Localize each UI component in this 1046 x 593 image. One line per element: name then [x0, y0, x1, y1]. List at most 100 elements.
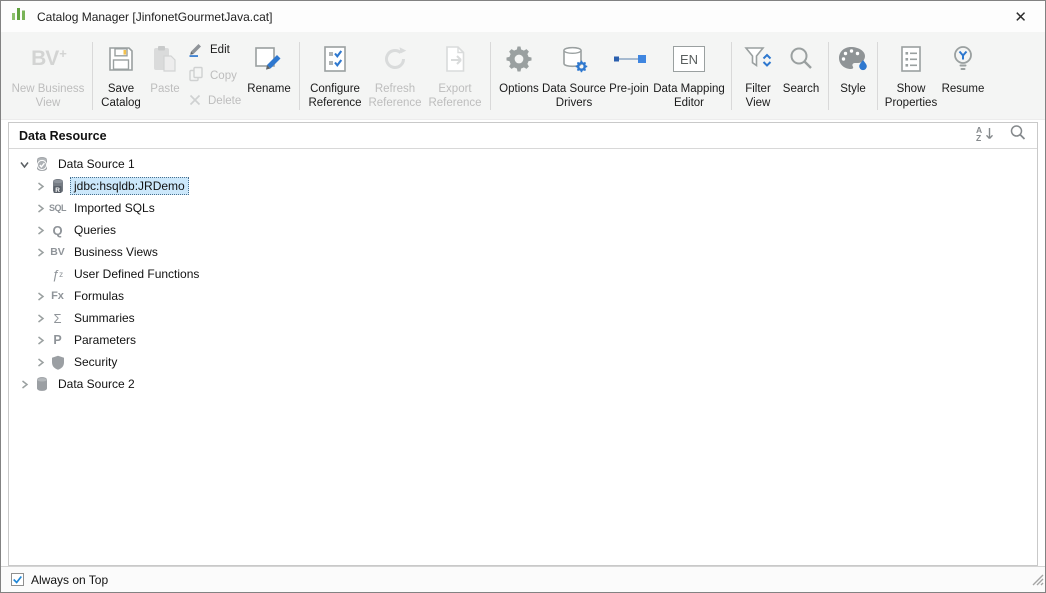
tree-item-business-views[interactable]: BV Business Views — [9, 241, 1037, 263]
gear-icon — [504, 35, 534, 83]
data-source-check-icon — [32, 156, 51, 172]
tree-item-label: Data Source 1 — [54, 155, 139, 173]
paste-icon — [150, 35, 180, 83]
chevron-right-icon[interactable] — [18, 380, 30, 389]
search-button[interactable]: Search — [779, 35, 823, 117]
status-bar: Always on Top — [1, 566, 1045, 592]
tree-item-summaries[interactable]: Σ Summaries — [9, 307, 1037, 329]
business-view-icon: BV — [48, 246, 67, 258]
tree-item-label: Data Source 2 — [54, 375, 139, 393]
search-icon — [786, 35, 816, 83]
chevron-right-icon[interactable] — [34, 336, 46, 345]
new-business-view-icon: BV+ — [31, 35, 65, 83]
chevron-right-icon[interactable] — [34, 182, 46, 191]
tree-item-imported-sqls[interactable]: SQL Imported SQLs — [9, 197, 1037, 219]
delete-x-icon — [188, 93, 202, 110]
tree-item-jdbc-connection[interactable]: R jdbc:hsqldb:JRDemo — [9, 175, 1037, 197]
jdbc-connection-icon: R — [48, 178, 67, 194]
tree-item-label: Summaries — [70, 309, 139, 327]
catalog-manager-window: Catalog Manager [JinfonetGourmetJava.cat… — [0, 0, 1046, 593]
rename-button[interactable]: Rename — [244, 35, 294, 117]
tree-item-security[interactable]: Security — [9, 351, 1037, 373]
export-reference-button: Export Reference — [425, 35, 485, 117]
tree-item-label-selected: jdbc:hsqldb:JRDemo — [70, 177, 189, 195]
properties-list-icon — [898, 35, 924, 83]
tree-item-label: User Defined Functions — [70, 265, 203, 283]
tree-item-data-source-1[interactable]: Data Source 1 — [9, 153, 1037, 175]
edit-pencil-icon — [188, 41, 204, 60]
toolbar-separator — [828, 42, 829, 110]
tree-item-label: Security — [70, 353, 121, 371]
language-en-icon: EN — [673, 35, 705, 83]
toolbar-separator — [731, 42, 732, 110]
pre-join-button[interactable]: Pre-join — [606, 35, 652, 117]
chevron-right-icon[interactable] — [34, 226, 46, 235]
options-button[interactable]: Options — [496, 35, 542, 117]
show-properties-button[interactable]: Show Properties — [883, 35, 939, 117]
panel-header: Data Resource A Z — [9, 123, 1037, 149]
always-on-top-checkbox[interactable] — [11, 573, 24, 586]
data-resource-tree: Data Source 1 R jdbc:hsqldb:JRDemo — [9, 149, 1037, 395]
chevron-right-icon[interactable] — [34, 314, 46, 323]
svg-text:Z: Z — [976, 133, 981, 142]
main-toolbar: BV+ New Business View Save Catalog — [1, 32, 1045, 120]
filter-funnel-icon — [743, 35, 773, 83]
sigma-icon: Σ — [48, 311, 67, 326]
tree-item-data-source-2[interactable]: Data Source 2 — [9, 373, 1037, 395]
chevron-right-icon[interactable] — [34, 292, 46, 301]
style-button[interactable]: Style — [834, 35, 872, 117]
svg-text:R: R — [55, 187, 60, 194]
copy-icon — [188, 66, 204, 85]
copy-button: Copy — [188, 68, 242, 84]
resize-grip[interactable] — [1031, 573, 1044, 591]
tree-item-parameters[interactable]: P Parameters — [9, 329, 1037, 351]
chevron-down-icon[interactable] — [18, 160, 30, 169]
panel-title: Data Resource — [19, 129, 107, 143]
tree-item-label: Parameters — [70, 331, 140, 349]
window-title: Catalog Manager [JinfonetGourmetJava.cat… — [37, 10, 272, 24]
chevron-right-icon[interactable] — [34, 204, 46, 213]
edit-button[interactable]: Edit — [188, 42, 242, 58]
panel-search-icon[interactable] — [1009, 124, 1027, 147]
join-link-icon — [612, 35, 646, 83]
palette-icon — [837, 35, 869, 83]
tree-item-formulas[interactable]: Fx Formulas — [9, 285, 1037, 307]
tree-item-queries[interactable]: Q Queries — [9, 219, 1037, 241]
export-icon — [440, 35, 470, 83]
tree-item-label: Business Views — [70, 243, 162, 261]
chevron-right-icon[interactable] — [34, 248, 46, 257]
new-business-view-button: BV+ New Business View — [9, 35, 87, 117]
toolbar-separator — [92, 42, 93, 110]
resume-button[interactable]: Resume — [939, 35, 987, 117]
always-on-top-label: Always on Top — [31, 573, 108, 587]
query-icon: Q — [48, 223, 67, 238]
tree-item-user-defined-functions[interactable]: ƒz User Defined Functions — [9, 263, 1037, 285]
toolbar-separator — [490, 42, 491, 110]
parameter-icon: P — [48, 333, 67, 347]
close-button[interactable]: ✕ — [1006, 7, 1035, 27]
lightbulb-icon — [948, 35, 978, 83]
tree-item-label: Formulas — [70, 287, 128, 305]
save-catalog-button[interactable]: Save Catalog — [98, 35, 144, 117]
database-icon — [32, 376, 51, 392]
data-resource-panel: Data Resource A Z — [8, 122, 1038, 566]
filter-view-button[interactable]: Filter View — [737, 35, 779, 117]
data-mapping-editor-button[interactable]: EN Data Mapping Editor — [652, 35, 726, 117]
configure-reference-icon — [321, 35, 349, 83]
title-bar: Catalog Manager [JinfonetGourmetJava.cat… — [1, 1, 1045, 32]
tree-item-label: Imported SQLs — [70, 199, 159, 217]
data-source-drivers-button[interactable]: Data Source Drivers — [542, 35, 606, 117]
shield-icon — [48, 355, 67, 370]
sort-az-icon[interactable]: A Z — [976, 125, 995, 147]
configure-reference-button[interactable]: Configure Reference — [305, 35, 365, 117]
refresh-icon — [380, 35, 410, 83]
paste-button: Paste — [144, 35, 186, 117]
delete-button: Delete — [188, 93, 242, 109]
sql-icon: SQL — [48, 203, 67, 213]
database-gear-icon — [559, 35, 589, 83]
chevron-right-icon[interactable] — [34, 358, 46, 367]
edit-copy-delete-group: Edit Copy Delete — [186, 35, 244, 117]
formula-icon: Fx — [48, 290, 67, 302]
toolbar-separator — [299, 42, 300, 110]
app-logo-icon — [11, 6, 29, 27]
